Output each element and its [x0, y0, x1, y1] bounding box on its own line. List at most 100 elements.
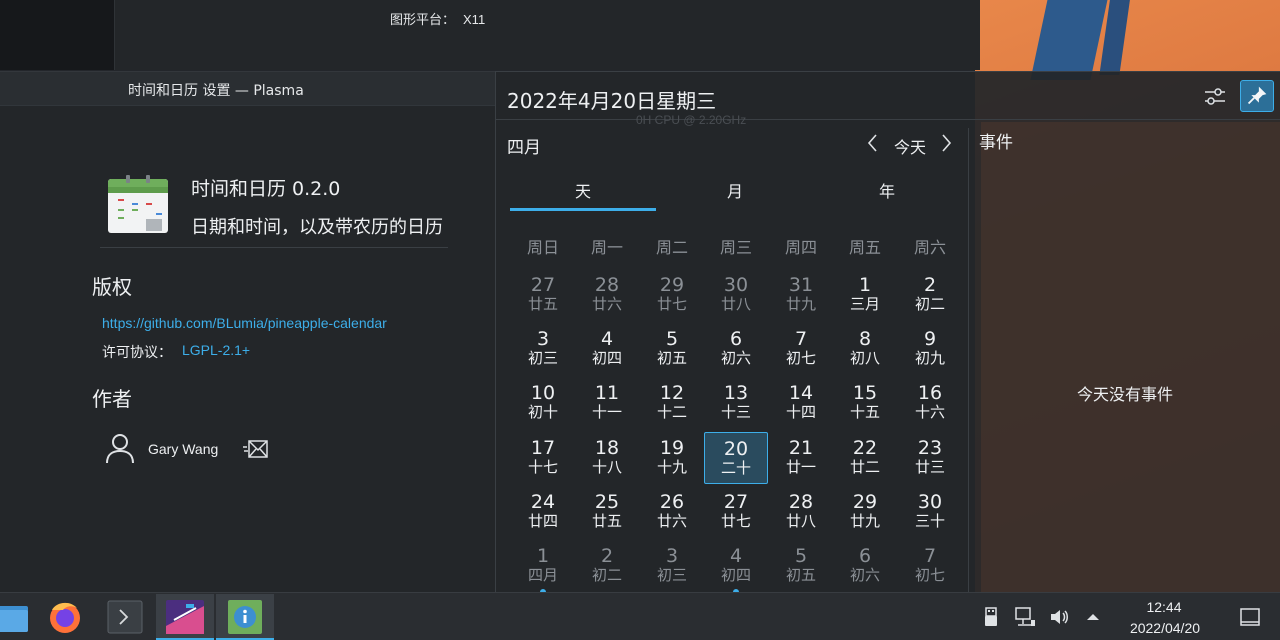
day-cell[interactable]: 28 廿六: [575, 269, 639, 321]
day-number: 16: [917, 382, 943, 404]
task-about-system[interactable]: [216, 594, 274, 640]
day-cell[interactable]: 17 十七: [511, 432, 575, 484]
day-cell[interactable]: 24 廿四: [511, 486, 575, 538]
show-desktop-icon[interactable]: [1238, 606, 1262, 628]
day-cell[interactable]: 6 初六: [704, 323, 768, 375]
usb-icon[interactable]: [980, 606, 1002, 628]
lunar-date: 二十: [720, 459, 751, 477]
day-cell[interactable]: 2 初二: [898, 269, 962, 321]
day-cell[interactable]: 11 十一: [575, 377, 639, 429]
network-icon[interactable]: [1014, 606, 1036, 628]
day-cell[interactable]: 9 初九: [898, 323, 962, 375]
weekday-thursday: 周四: [784, 238, 817, 257]
lunar-date: 初五: [656, 349, 687, 367]
day-number: 28: [594, 274, 620, 296]
day-cell[interactable]: 5 初五: [640, 323, 704, 375]
day-cell[interactable]: 3 初三: [640, 540, 704, 592]
day-number: 4: [729, 545, 743, 567]
day-cell[interactable]: 26 廿六: [640, 486, 704, 538]
day-cell[interactable]: 7 初七: [769, 323, 833, 375]
day-cell[interactable]: 7 初七: [898, 540, 962, 592]
current-date-title: 2022年4月20日星期三: [507, 89, 717, 113]
task-file-manager[interactable]: [0, 594, 32, 640]
day-number: 14: [788, 382, 814, 404]
day-cell[interactable]: 21 廿一: [769, 432, 833, 484]
day-number: 26: [659, 491, 685, 513]
day-cell[interactable]: 29 廿九: [833, 486, 897, 538]
day-cell[interactable]: 10 初十: [511, 377, 575, 429]
day-cell[interactable]: 4 初四: [575, 323, 639, 375]
day-cell[interactable]: 12 十二: [640, 377, 704, 429]
day-cell-today[interactable]: 20 二十: [704, 432, 768, 484]
day-cell[interactable]: 1 三月: [833, 269, 897, 321]
volume-icon[interactable]: [1048, 606, 1070, 628]
day-cell[interactable]: 22 廿二: [833, 432, 897, 484]
month-label: 四月: [507, 138, 541, 158]
day-cell[interactable]: 6 初六: [833, 540, 897, 592]
previous-month-button[interactable]: [863, 131, 883, 155]
day-number: 4: [600, 328, 614, 350]
day-cell[interactable]: 29 廿七: [640, 269, 704, 321]
author-name: Gary Wang: [148, 441, 219, 457]
day-cell[interactable]: 27 廿五: [511, 269, 575, 321]
day-cell[interactable]: 4 初四: [704, 540, 768, 592]
send-email-icon[interactable]: [242, 437, 268, 461]
repository-link[interactable]: https://github.com/BLumia/pineapple-cale…: [102, 315, 387, 331]
day-number: 17: [530, 437, 556, 459]
day-cell[interactable]: 30 廿八: [704, 269, 768, 321]
task-terminal[interactable]: [96, 594, 154, 640]
day-number: 30: [723, 274, 749, 296]
lunar-date: 初六: [720, 349, 751, 367]
day-number: 11: [594, 382, 620, 404]
lunar-date: 十一: [591, 403, 622, 421]
day-cell[interactable]: 16 十六: [898, 377, 962, 429]
tab-year[interactable]: 年: [814, 178, 960, 202]
day-number: 15: [852, 382, 878, 404]
task-firefox[interactable]: [36, 594, 94, 640]
day-cell[interactable]: 8 初八: [833, 323, 897, 375]
settings-titlebar[interactable]: 时间和日历 设置 — Plasma: [0, 72, 495, 106]
graphics-platform-label: 图形平台：: [390, 13, 456, 28]
terminal-icon: [107, 600, 143, 634]
day-cell[interactable]: 23 廿三: [898, 432, 962, 484]
day-cell[interactable]: 27 廿七: [704, 486, 768, 538]
day-cell[interactable]: 1 四月: [511, 540, 575, 592]
lunar-date: 廿一: [785, 458, 816, 476]
configure-button[interactable]: [1202, 83, 1228, 109]
day-cell[interactable]: 30 三十: [898, 486, 962, 538]
tab-month[interactable]: 月: [662, 178, 808, 202]
day-cell[interactable]: 2 初二: [575, 540, 639, 592]
next-month-button[interactable]: [936, 131, 956, 155]
lunar-date: 廿九: [849, 512, 880, 530]
license-link[interactable]: LGPL-2.1+: [182, 342, 250, 358]
weekday-tuesday: 周二: [655, 238, 688, 257]
day-cell[interactable]: 25 廿五: [575, 486, 639, 538]
day-cell[interactable]: 3 初三: [511, 323, 575, 375]
lunar-date: 初九: [914, 349, 945, 367]
task-plasma-settings[interactable]: [156, 594, 214, 640]
lunar-date: 廿九: [785, 295, 816, 313]
day-cell[interactable]: 15 十五: [833, 377, 897, 429]
lunar-date: 廿五: [527, 295, 558, 313]
tab-day[interactable]: 天: [510, 178, 656, 202]
tray-expand-icon[interactable]: [1082, 606, 1104, 628]
today-button[interactable]: 今天: [894, 134, 926, 158]
day-cell[interactable]: 13 十三: [704, 377, 768, 429]
day-cell[interactable]: 14 十四: [769, 377, 833, 429]
lunar-date: 初十: [527, 403, 558, 421]
lunar-date: 初八: [849, 349, 880, 367]
day-number: 21: [788, 437, 814, 459]
day-cell[interactable]: 5 初五: [769, 540, 833, 592]
pin-button[interactable]: [1240, 80, 1274, 112]
day-cell[interactable]: 31 廿九: [769, 269, 833, 321]
day-number: 18: [594, 437, 620, 459]
day-cell[interactable]: 18 十八: [575, 432, 639, 484]
lunar-date: 廿五: [591, 512, 622, 530]
day-number: 3: [665, 545, 679, 567]
day-cell[interactable]: 28 廿八: [769, 486, 833, 538]
day-number: 2: [923, 274, 937, 296]
info-center-icon: [228, 600, 262, 634]
lunar-date: 初五: [785, 566, 816, 584]
weekday-friday: 周五: [848, 238, 881, 257]
day-cell[interactable]: 19 十九: [640, 432, 704, 484]
